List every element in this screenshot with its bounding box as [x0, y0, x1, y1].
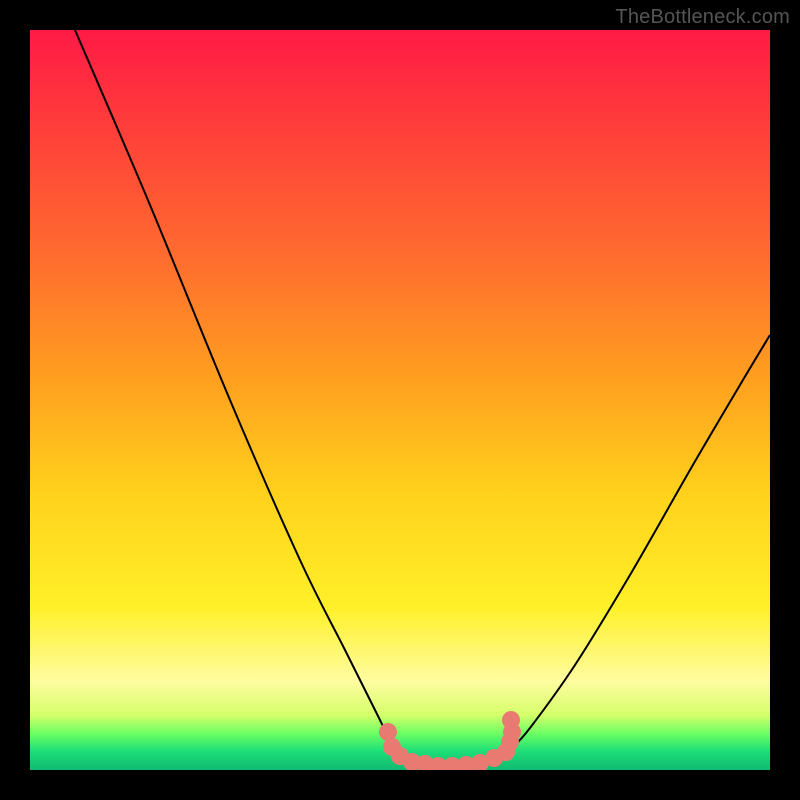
bottleneck-curve [30, 30, 770, 770]
plot-area [30, 30, 770, 770]
watermark-text: TheBottleneck.com [615, 6, 790, 29]
chart-frame: TheBottleneck.com [0, 0, 800, 800]
marker-cluster [379, 711, 521, 770]
trough-marker [502, 711, 520, 729]
curve-path [75, 30, 770, 766]
